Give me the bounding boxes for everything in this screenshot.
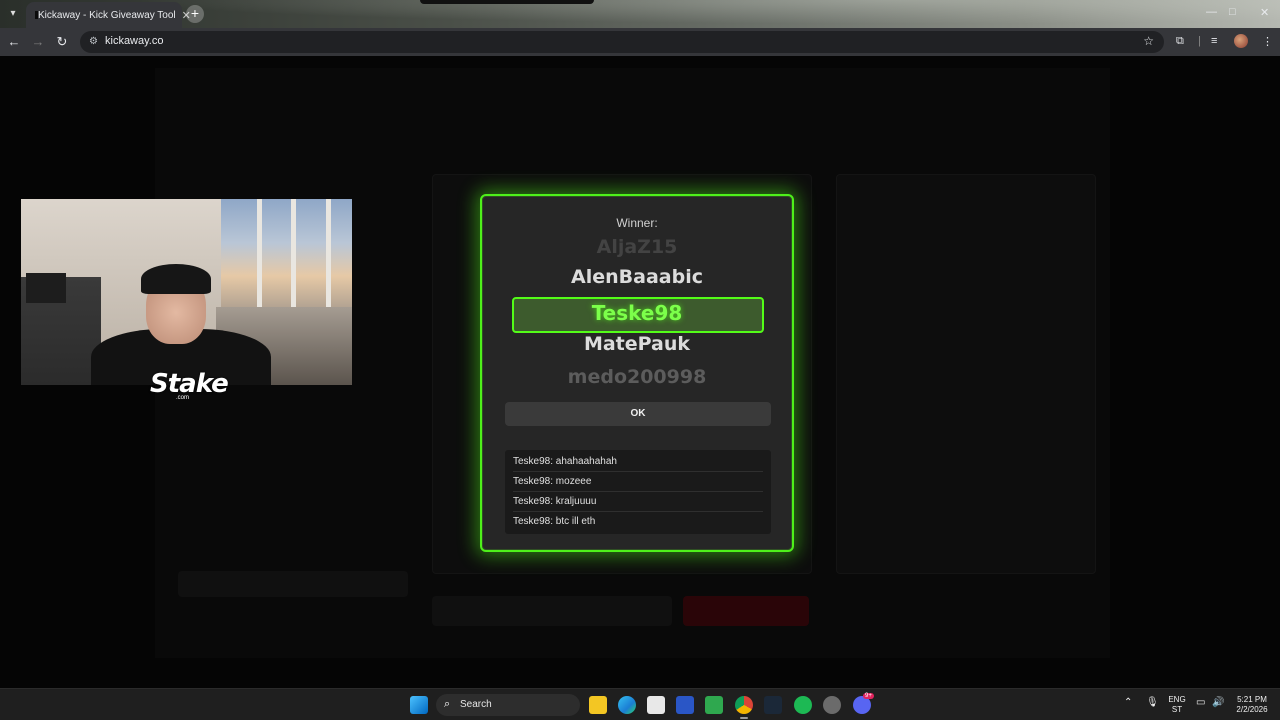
volume-icon[interactable]: 🔊 bbox=[1212, 698, 1224, 708]
ok-button[interactable]: OK bbox=[505, 402, 771, 426]
webcam-overlay bbox=[21, 199, 352, 385]
edge-icon[interactable] bbox=[618, 696, 636, 714]
webcam-window-frame bbox=[257, 199, 262, 319]
webcam-window bbox=[221, 199, 352, 309]
start-windows-icon[interactable] bbox=[410, 696, 428, 714]
language-top: ENG bbox=[1168, 695, 1186, 704]
reel-item: medo200998 bbox=[567, 366, 707, 388]
language-bottom: ST bbox=[1171, 705, 1183, 714]
dimmed-red-button bbox=[683, 596, 809, 626]
reel-item-winner: Teske98 bbox=[591, 301, 683, 325]
webcam-window-frame bbox=[291, 199, 296, 319]
winner-chat-log: Teske98: ahahaahahah Teske98: mozeee Tes… bbox=[505, 450, 771, 534]
app-settings-icon[interactable] bbox=[823, 696, 841, 714]
app-icon[interactable] bbox=[676, 696, 694, 714]
dimmed-winners-panel bbox=[836, 174, 1096, 574]
microphone-icon[interactable]: 🎙 bbox=[1146, 698, 1159, 708]
store-icon[interactable] bbox=[647, 696, 665, 714]
reel-item: MatePauk bbox=[583, 333, 691, 355]
tab-kickaway[interactable]: Kickaway - Kick Giveaway Tool ✕ bbox=[26, 2, 191, 28]
taskbar-search[interactable]: ⌕ Search bbox=[436, 694, 580, 716]
chat-message: Teske98: ahahaahahah bbox=[513, 452, 763, 472]
tray-chevron-icon[interactable]: ⌃ bbox=[1124, 698, 1132, 708]
chrome-active-indicator bbox=[740, 717, 748, 719]
search-icon: ⌕ bbox=[444, 698, 451, 710]
clock-time: 5:21 PM bbox=[1237, 695, 1267, 704]
clock-date: 2/2/2026 bbox=[1236, 705, 1268, 714]
webcam-person-cap bbox=[141, 264, 211, 294]
reel-item: AlenBaaabic bbox=[571, 266, 703, 288]
language-indicator[interactable]: ENG ST bbox=[1166, 695, 1188, 715]
minecraft-icon[interactable] bbox=[705, 696, 723, 714]
maximize-icon[interactable]: □ bbox=[1229, 6, 1236, 18]
reload-icon[interactable]: ↻ bbox=[54, 34, 70, 50]
back-icon[interactable]: ← bbox=[6, 34, 22, 50]
dimmed-input bbox=[432, 596, 672, 626]
modal-title: Winner: bbox=[616, 216, 658, 230]
spotify-icon[interactable] bbox=[794, 696, 812, 714]
dimmed-bottom-button bbox=[178, 571, 408, 597]
reading-list-icon[interactable]: ≡ bbox=[1211, 35, 1217, 47]
new-tab-button[interactable]: + bbox=[186, 5, 204, 23]
menu-kebab-icon[interactable]: ⋮ bbox=[1262, 35, 1273, 48]
minimize-icon[interactable]: — bbox=[1206, 6, 1217, 18]
winner-reel: AljaZ15 AlenBaaabic Teske98 MatePauk med… bbox=[482, 236, 792, 391]
winner-modal: Winner: AljaZ15 AlenBaaabic Teske98 Mate… bbox=[480, 194, 794, 552]
chat-message: Teske98: mozeee bbox=[513, 472, 763, 492]
site-info-icon[interactable]: ⚙ bbox=[89, 36, 98, 47]
discord-badge: 9+ bbox=[863, 693, 874, 699]
chat-message: Teske98: btc ill eth bbox=[513, 516, 596, 527]
tab-search-icon[interactable]: ▾ bbox=[4, 6, 22, 22]
windows-taskbar: ⌕ Search 9+ ⌃ 🎙 ENG ST ▭ 🔊 5:21 PM 2/2/2… bbox=[0, 688, 1280, 720]
file-explorer-icon[interactable] bbox=[589, 696, 607, 714]
forward-icon[interactable]: → bbox=[30, 34, 46, 50]
clock[interactable]: 5:21 PM 2/2/2026 bbox=[1232, 695, 1272, 715]
tab-strip: ▾ Kickaway - Kick Giveaway Tool ✕ + — □ … bbox=[0, 0, 1280, 28]
close-window-icon[interactable]: ✕ bbox=[1260, 6, 1269, 19]
webcam-window-frame bbox=[326, 199, 331, 319]
address-bar[interactable]: ⚙ kickaway.co ☆ bbox=[80, 31, 1164, 53]
chrome-icon[interactable] bbox=[735, 696, 753, 714]
chat-message: Teske98: kraljuuuu bbox=[513, 492, 763, 512]
steam-icon[interactable] bbox=[764, 696, 782, 714]
profile-avatar[interactable] bbox=[1234, 34, 1248, 48]
reel-item: AljaZ15 bbox=[596, 236, 678, 258]
camera-notch bbox=[420, 0, 594, 4]
page-content: Stake .com Winner: AljaZ15 AlenBaaabic T… bbox=[0, 56, 1280, 688]
network-icon[interactable]: ▭ bbox=[1196, 698, 1205, 708]
stake-logo-sub: .com bbox=[176, 395, 190, 401]
address-url: kickaway.co bbox=[105, 35, 164, 47]
tab-title: Kickaway - Kick Giveaway Tool bbox=[38, 9, 176, 21]
search-label: Search bbox=[460, 699, 492, 710]
browser-toolbar: ← → ↻ ⚙ kickaway.co ☆ ⧉ | ≡ ⋮ bbox=[0, 28, 1280, 56]
extensions-icon[interactable]: ⧉ bbox=[1176, 35, 1184, 48]
webcam-shelf bbox=[26, 273, 66, 303]
toolbar-divider: | bbox=[1198, 35, 1201, 47]
bookmark-star-icon[interactable]: ☆ bbox=[1143, 34, 1154, 48]
